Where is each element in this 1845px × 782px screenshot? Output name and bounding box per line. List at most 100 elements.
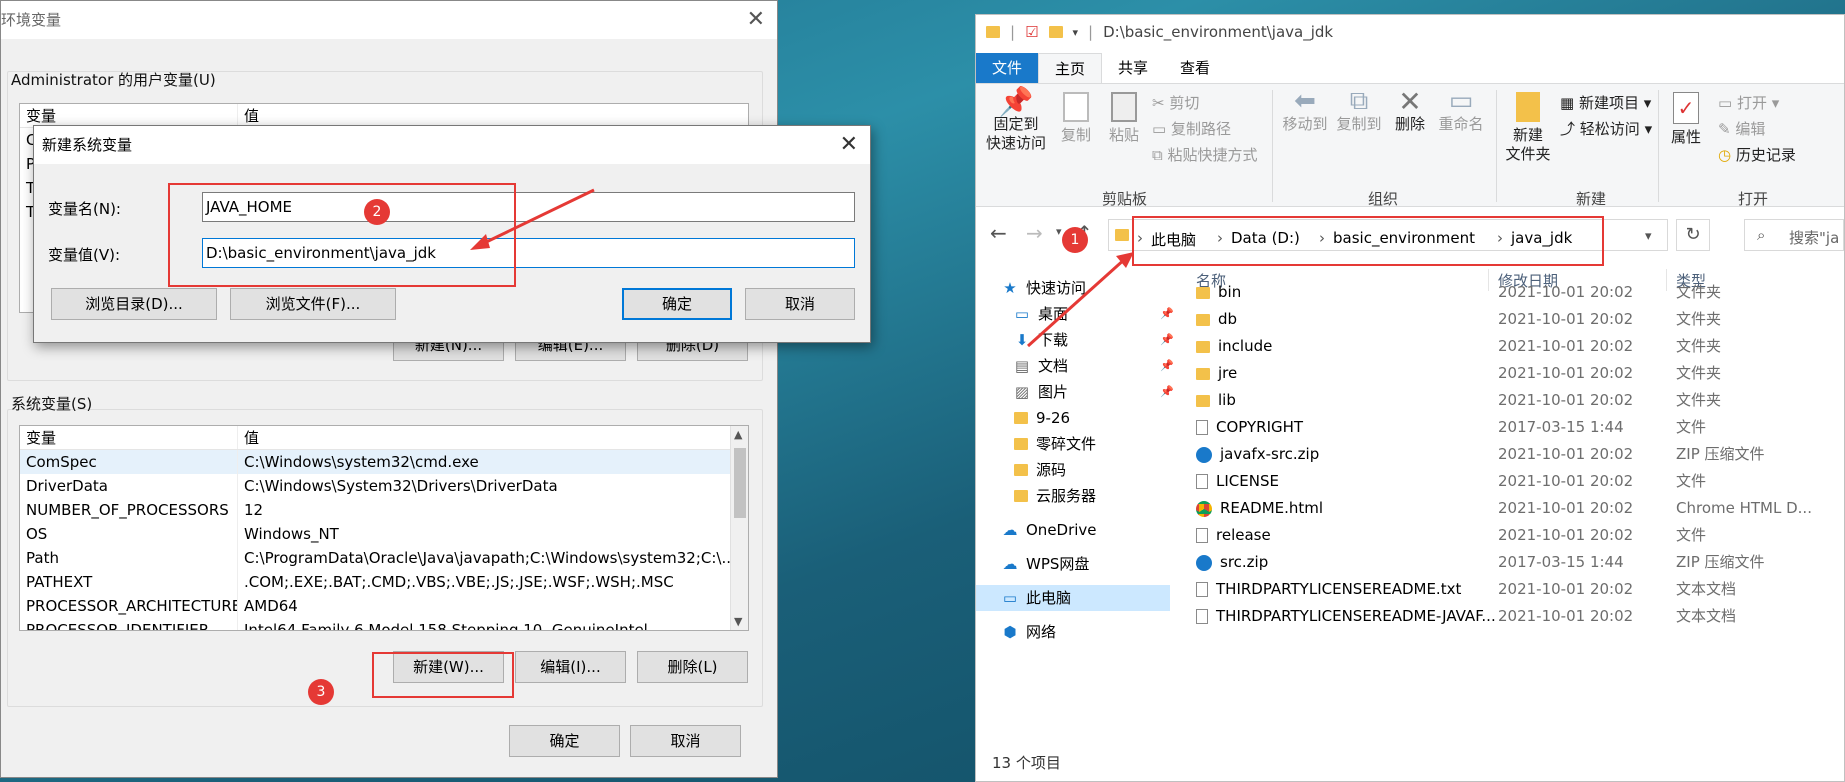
file-row[interactable]: THIRDPARTYLICENSEREADME-JAVAF... 2021-10-… (1176, 603, 1844, 630)
open-button[interactable]: ▭ 打开 ▾ (1718, 92, 1779, 113)
nav-item[interactable]: ☁ OneDrive (1002, 517, 1097, 543)
pin-icon[interactable]: 📌 (1160, 327, 1174, 353)
file-row[interactable]: README.html 2021-10-01 20:02 Chrome HTML D… (1176, 495, 1844, 522)
file-icon (1196, 528, 1208, 543)
col-value[interactable]: 值 (238, 104, 748, 127)
recent-dropdown-icon[interactable]: ▾ (1056, 225, 1062, 238)
nav-item[interactable]: 源码 (1014, 457, 1066, 483)
nav-item[interactable]: ▭ 此电脑 (976, 585, 1170, 611)
var-name-cell: ComSpec (20, 450, 238, 474)
text-file-icon (1196, 609, 1208, 624)
document-icon: ▤ (1014, 357, 1030, 375)
new-folder-button[interactable]: 新建 文件夹 (1502, 92, 1554, 164)
file-date: 2021-10-01 20:02 (1498, 310, 1634, 328)
env-cancel-button[interactable]: 取消 (630, 725, 741, 757)
tab-share[interactable]: 共享 (1102, 53, 1164, 83)
cut-button[interactable]: ✂ 剪切 (1152, 92, 1199, 113)
file-row[interactable]: release 2021-10-01 20:02 文件 (1176, 522, 1844, 549)
env-ok-button[interactable]: 确定 (509, 725, 620, 757)
table-row[interactable]: Path C:\ProgramData\Oracle\Java\javapath;… (20, 546, 730, 570)
file-name-cell: bin (1196, 279, 1241, 306)
scroll-down-icon[interactable]: ▼ (734, 615, 742, 628)
rename-button[interactable]: ▭ 重命名 (1436, 86, 1486, 134)
file-row[interactable]: include 2021-10-01 20:02 文件夹 (1176, 333, 1844, 360)
file-row[interactable]: LICENSE 2021-10-01 20:02 文件 (1176, 468, 1844, 495)
table-row[interactable]: PROCESSOR_IDENTIFIER Intel64 Family 6 Mod… (20, 618, 730, 630)
sys-vars-table[interactable]: 变量 值 ComSpec C:\Windows\system32\cmd.exe D… (19, 425, 749, 631)
paste-button[interactable]: 粘贴 (1104, 92, 1144, 145)
refresh-icon[interactable]: ↻ (1676, 219, 1710, 251)
env-close-icon[interactable]: ✕ (747, 7, 765, 32)
pin-icon[interactable]: 📌 (1160, 301, 1174, 327)
copy-button[interactable]: 复制 (1056, 92, 1096, 145)
nav-item[interactable]: 零碎文件 (1014, 431, 1096, 457)
file-row[interactable]: db 2021-10-01 20:02 文件夹 (1176, 306, 1844, 333)
file-name-cell: jre (1196, 360, 1237, 387)
back-arrow-icon[interactable]: ← (990, 221, 1007, 245)
file-date: 2021-10-01 20:02 (1498, 445, 1634, 463)
delete-button[interactable]: ✕ 删除 (1390, 88, 1430, 134)
properties-button[interactable]: ✓ 属性 (1664, 92, 1708, 147)
sys-edit-button[interactable]: 编辑(I)... (515, 651, 626, 683)
file-row[interactable]: jre 2021-10-01 20:02 文件夹 (1176, 360, 1844, 387)
nav-item[interactable]: ▤ 文档 📌 (1014, 353, 1174, 379)
tab-home[interactable]: 主页 (1038, 53, 1103, 83)
sys-vars-scrollbar[interactable]: ▲ ▼ (730, 426, 748, 630)
sys-delete-button[interactable]: 删除(L) (637, 651, 748, 683)
file-row[interactable]: lib 2021-10-01 20:02 文件夹 (1176, 387, 1844, 414)
nav-item[interactable]: ⬇ 下载 📌 (1014, 327, 1174, 353)
quick-toolbar-dropdown-icon[interactable]: ▾ (1073, 26, 1079, 39)
browse-dir-button[interactable]: 浏览目录(D)... (51, 288, 217, 320)
star-icon: ★ (1003, 279, 1017, 297)
copy-path-button[interactable]: ▭ 复制路径 (1152, 118, 1231, 139)
file-row[interactable]: javafx-src.zip 2021-10-01 20:02 ZIP 压缩文件 (1176, 441, 1844, 468)
address-dropdown-icon[interactable]: ▾ (1645, 229, 1652, 244)
nav-item[interactable]: ⬢ 网络 (1002, 619, 1056, 645)
new-folder-icon[interactable] (1048, 26, 1063, 38)
col-variable[interactable]: 变量 (20, 104, 238, 127)
nav-item[interactable]: ★ 快速访问 (1002, 275, 1086, 301)
table-row[interactable]: OS Windows_NT (20, 522, 730, 546)
search-input[interactable]: ⌕ 搜索"ja (1744, 219, 1844, 251)
new-var-ok-button[interactable]: 确定 (622, 288, 732, 320)
nav-item[interactable]: ☁ WPS网盘 (1002, 551, 1090, 577)
scroll-up-icon[interactable]: ▲ (734, 428, 742, 441)
env-dialog-title: 环境变量 (1, 1, 777, 39)
nav-item[interactable]: ▨ 图片 📌 (1014, 379, 1174, 405)
properties-check-icon[interactable]: ☑ (1025, 23, 1038, 41)
pin-icon[interactable]: 📌 (1160, 353, 1174, 379)
tab-file[interactable]: 文件 (976, 53, 1039, 83)
file-row[interactable]: src.zip 2017-03-15 1:44 ZIP 压缩文件 (1176, 549, 1844, 576)
table-row[interactable]: PROCESSOR_ARCHITECTURE AMD64 (20, 594, 730, 618)
computer-icon: ▭ (1002, 589, 1018, 607)
nav-item[interactable]: 9-26 (1014, 405, 1070, 431)
nav-item[interactable]: 云服务器 (1014, 483, 1096, 509)
table-row[interactable]: ComSpec C:\Windows\system32\cmd.exe (20, 450, 730, 474)
col-variable[interactable]: 变量 (20, 426, 238, 449)
history-button[interactable]: ◷ 历史记录 (1718, 144, 1796, 165)
scroll-thumb[interactable] (734, 448, 746, 518)
table-row[interactable]: NUMBER_OF_PROCESSORS 12 (20, 498, 730, 522)
new-var-cancel-button[interactable]: 取消 (745, 288, 855, 320)
edit-button[interactable]: ✎ 编辑 (1718, 118, 1765, 139)
pin-icon[interactable]: 📌 (1160, 379, 1174, 405)
new-var-close-icon[interactable]: ✕ (840, 132, 858, 157)
easy-access-button[interactable]: ⤴ 轻松访问 ▾ (1560, 118, 1652, 139)
rename-icon: ▭ (1448, 86, 1474, 116)
file-row[interactable]: COPYRIGHT 2017-03-15 1:44 文件 (1176, 414, 1844, 441)
move-to-button[interactable]: ⬅ 移动到 (1280, 88, 1330, 134)
col-value[interactable]: 值 (238, 426, 748, 449)
nav-item-label: 网络 (1026, 623, 1057, 641)
file-row[interactable]: bin 2021-10-01 20:02 文件夹 (1176, 279, 1844, 306)
copy-to-button[interactable]: ⧉ 复制到 (1334, 88, 1384, 134)
pin-quick-access-button[interactable]: 📌 固定到 快速访问 (984, 88, 1048, 153)
paste-shortcut-button[interactable]: ⧉ 粘贴快捷方式 (1152, 144, 1258, 165)
new-item-button[interactable]: ▦ 新建项目 ▾ (1560, 92, 1651, 113)
table-row[interactable]: DriverData C:\Windows\System32\Drivers\Dr… (20, 474, 730, 498)
browse-file-button[interactable]: 浏览文件(F)... (230, 288, 396, 320)
tab-view[interactable]: 查看 (1164, 53, 1226, 83)
table-row[interactable]: PATHEXT .COM;.EXE;.BAT;.CMD;.VBS;.VBE;.JS… (20, 570, 730, 594)
forward-arrow-icon[interactable]: → (1026, 221, 1043, 245)
nav-item[interactable]: ▭ 桌面 📌 (1014, 301, 1174, 327)
file-row[interactable]: THIRDPARTYLICENSEREADME.txt 2021-10-01 20… (1176, 576, 1844, 603)
